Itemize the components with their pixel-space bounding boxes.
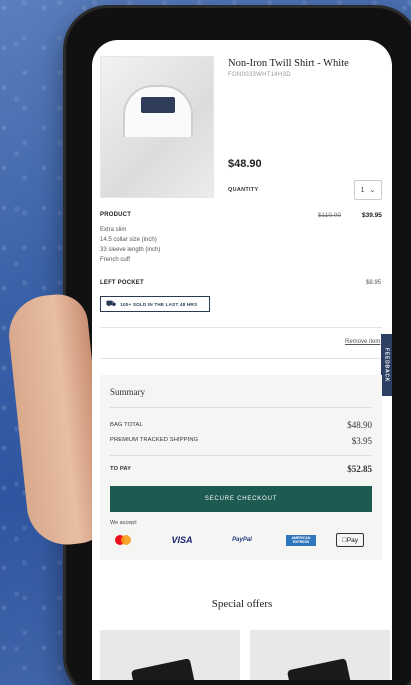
apple-pay-icon:  Pay <box>336 533 364 547</box>
apple-pay-text: Pay <box>344 536 358 544</box>
special-offers-heading: Special offers <box>211 598 273 610</box>
product-section-label: PRODUCT <box>100 212 132 218</box>
sale-price: $39.95 <box>362 212 382 219</box>
left-pocket-price: $8.95 <box>366 280 382 286</box>
we-accept-label: We accept: <box>110 520 138 526</box>
sold-count-badge: ⛟ 100+ SOLD IN THE LAST 48 HRS <box>100 296 210 312</box>
secure-checkout-button[interactable]: SECURE CHECKOUT <box>110 486 372 512</box>
order-summary: Summary BAG TOTAL $48.90 PREMIUM TRACKED… <box>100 375 382 560</box>
quantity-select[interactable]: 1 ⌄ <box>354 180 382 200</box>
shirt-label-shape <box>141 97 175 113</box>
offer-product-image <box>286 658 354 680</box>
bag-total-label: BAG TOTAL <box>110 422 143 428</box>
chevron-down-icon: ⌄ <box>369 187 376 194</box>
product-price: $48.90 <box>228 158 262 170</box>
sold-count-text: 100+ SOLD IN THE LAST 48 HRS <box>120 301 198 307</box>
original-price: $110.00 <box>318 212 342 219</box>
mastercard-icon <box>112 533 134 547</box>
product-name[interactable]: Non-Iron Twill Shirt - White <box>228 58 349 69</box>
summary-title: Summary <box>110 387 145 397</box>
feedback-tab[interactable]: FEEDBACK <box>381 334 392 396</box>
offer-card[interactable] <box>250 630 390 680</box>
phone-screen: Non-Iron Twill Shirt - White FON0033WHT1… <box>92 40 392 680</box>
quantity-label: QUANTITY <box>228 187 259 193</box>
offer-card[interactable] <box>100 630 240 680</box>
to-pay-value: $52.85 <box>347 464 372 474</box>
divider <box>100 358 382 359</box>
shipping-label: PREMIUM TRACKED SHIPPING <box>110 437 199 443</box>
divider <box>110 455 372 456</box>
detail-cuff: French cuff <box>100 257 130 263</box>
shipping-value: $3.95 <box>351 436 372 446</box>
detail-collar: 14.5 collar size (inch) <box>100 237 157 243</box>
bag-total-value: $48.90 <box>347 420 372 430</box>
quantity-value: 1 <box>360 186 365 194</box>
product-card: Non-Iron Twill Shirt - White FON0033WHT1… <box>100 56 390 216</box>
product-sku: FON0033WHT14H3D <box>228 72 291 78</box>
to-pay-label: TO PAY <box>110 466 132 472</box>
remove-item-link[interactable]: Remove item <box>345 339 380 345</box>
amex-icon: AMERICAN EXPRESS <box>286 535 316 546</box>
visa-icon: VISA <box>171 535 193 545</box>
truck-icon: ⛟ <box>106 299 117 308</box>
offer-product-image <box>130 658 198 680</box>
left-pocket-label: LEFT POCKET <box>100 280 144 286</box>
product-image[interactable] <box>100 56 214 198</box>
detail-sleeve: 33 sleeve length (inch) <box>100 247 161 253</box>
detail-fit: Extra slim <box>100 227 127 233</box>
divider <box>100 327 382 328</box>
paypal-icon: PayPal <box>232 537 252 543</box>
divider <box>110 407 372 408</box>
